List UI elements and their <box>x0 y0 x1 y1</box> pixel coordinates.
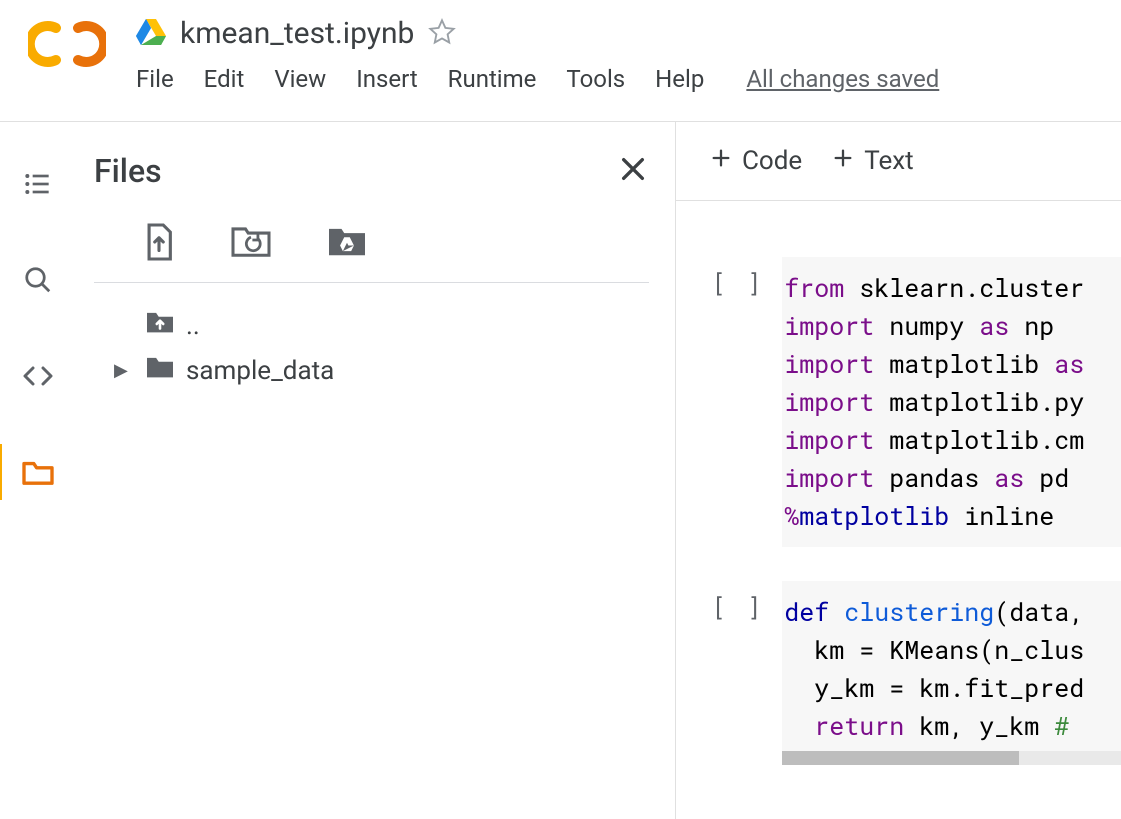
notebook-cells: [ ] from sklearn.clusterimport numpy as n… <box>676 201 1121 799</box>
tree-parent-label: .. <box>186 311 200 341</box>
files-panel-title: Files <box>94 152 162 190</box>
cell-editor[interactable]: from sklearn.clusterimport numpy as npim… <box>782 257 1121 547</box>
code-cell[interactable]: [ ] def clustering(data, km = KMeans(n_cl… <box>712 581 1121 765</box>
plus-icon <box>832 146 854 176</box>
main: Files <box>0 122 1121 819</box>
menu-edit[interactable]: Edit <box>204 65 245 93</box>
close-icon[interactable] <box>617 153 649 189</box>
cell-exec-bracket[interactable]: [ ] <box>712 581 764 765</box>
add-code-label: Code <box>742 146 802 176</box>
menu-tools[interactable]: Tools <box>566 65 625 93</box>
files-toolbar <box>94 222 649 266</box>
search-icon[interactable] <box>18 260 58 300</box>
notebook-area: Code Text [ ] from sklearn.clusterimport … <box>676 122 1121 819</box>
side-rail <box>0 122 76 819</box>
add-text-button[interactable]: Text <box>832 146 913 176</box>
menu-runtime[interactable]: Runtime <box>448 65 537 93</box>
chevron-right-icon[interactable]: ▶ <box>114 360 134 381</box>
upload-file-icon[interactable] <box>142 222 176 266</box>
star-icon[interactable] <box>428 18 456 50</box>
divider <box>94 282 649 283</box>
menubar: File Edit View Insert Runtime Tools Help… <box>136 65 1121 93</box>
save-status[interactable]: All changes saved <box>746 65 939 93</box>
colab-logo[interactable] <box>28 20 106 72</box>
code-snippets-icon[interactable] <box>18 356 58 396</box>
files-tab-icon[interactable] <box>18 452 58 492</box>
document-title[interactable]: kmean_test.ipynb <box>180 16 414 51</box>
refresh-folder-icon[interactable] <box>230 222 272 266</box>
tree-folder-label: sample_data <box>186 356 334 386</box>
plus-icon <box>710 146 732 176</box>
menu-help[interactable]: Help <box>655 65 704 93</box>
mount-drive-icon[interactable] <box>326 222 368 266</box>
menu-insert[interactable]: Insert <box>356 65 417 93</box>
add-text-label: Text <box>864 146 913 176</box>
notebook-toolbar: Code Text <box>676 122 1121 201</box>
folder-icon <box>144 354 176 387</box>
cell-exec-bracket[interactable]: [ ] <box>712 257 764 547</box>
folder-up-icon <box>144 309 176 342</box>
toc-icon[interactable] <box>18 164 58 204</box>
menu-view[interactable]: View <box>274 65 326 93</box>
cell-editor[interactable]: def clustering(data, km = KMeans(n_clus … <box>782 581 1121 765</box>
title-row: kmean_test.ipynb <box>136 16 1121 51</box>
header: kmean_test.ipynb File Edit View Insert R… <box>0 0 1121 122</box>
horizontal-scrollbar[interactable] <box>782 751 1121 765</box>
drive-icon[interactable] <box>136 19 166 49</box>
files-panel: Files <box>76 122 676 819</box>
file-tree: .. ▶ sample_data <box>94 303 649 393</box>
code-cell[interactable]: [ ] from sklearn.clusterimport numpy as n… <box>712 257 1121 547</box>
tree-parent[interactable]: .. <box>114 303 649 348</box>
tree-folder-sample-data[interactable]: ▶ sample_data <box>114 348 649 393</box>
menu-file[interactable]: File <box>136 65 174 93</box>
add-code-button[interactable]: Code <box>710 146 802 176</box>
